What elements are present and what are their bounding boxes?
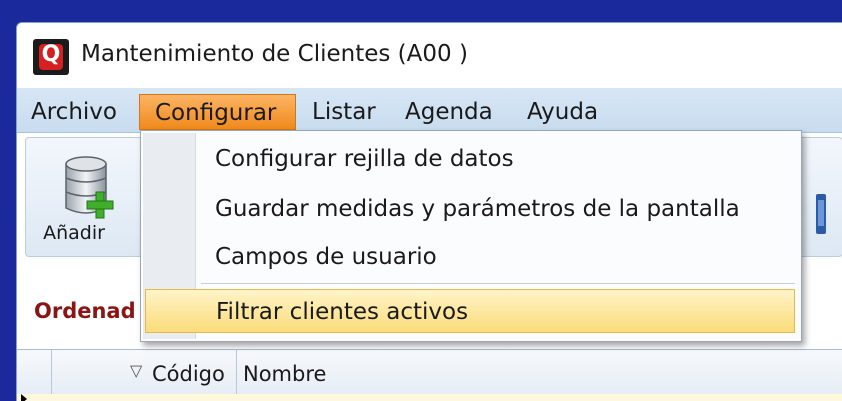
column-label-codigo: Código	[152, 362, 225, 386]
configurar-dropdown-menu: Configurar rejilla de datos Guardar medi…	[140, 130, 802, 342]
menu-item-campos-usuario[interactable]: Campos de usuario	[145, 235, 795, 279]
menu-archivo[interactable]: Archivo	[31, 94, 117, 130]
app-icon: Q	[33, 39, 69, 75]
app-icon-letter: Q	[41, 42, 61, 67]
order-label: Ordenad	[34, 299, 136, 323]
sort-descending-icon: ▽	[130, 361, 143, 380]
menu-item-configurar-rejilla[interactable]: Configurar rejilla de datos	[145, 137, 795, 181]
menu-ayuda[interactable]: Ayuda	[527, 94, 598, 130]
column-header-codigo[interactable]: ▽ Código	[52, 350, 237, 394]
toolbar-icon-partial[interactable]	[814, 190, 828, 240]
column-header-nombre[interactable]: Nombre	[237, 350, 842, 394]
menu-listar[interactable]: Listar	[312, 94, 376, 130]
row-indicator-header	[17, 350, 52, 394]
menu-item-label: Configurar rejilla de datos	[215, 146, 514, 172]
menu-item-label: Guardar medidas y parámetros de la panta…	[215, 196, 740, 222]
menu-separator	[201, 283, 795, 285]
database-add-icon	[65, 156, 114, 219]
grid-header: ▽ Código Nombre	[17, 350, 842, 395]
title-bar[interactable]: Q Mantenimiento de Clientes (A00 )	[17, 23, 842, 88]
menu-item-filtrar-clientes-activos[interactable]: Filtrar clientes activos	[145, 289, 795, 333]
menu-item-label: Filtrar clientes activos	[216, 299, 469, 325]
data-grid: ▽ Código Nombre	[17, 349, 842, 401]
menu-item-guardar-medidas[interactable]: Guardar medidas y parámetros de la panta…	[145, 187, 795, 231]
add-button[interactable]: Añadir	[32, 144, 136, 248]
window-title: Mantenimiento de Clientes (A00 )	[81, 41, 468, 67]
add-button-label: Añadir	[43, 222, 105, 244]
menu-configurar[interactable]: Configurar	[139, 94, 296, 130]
menu-item-label: Campos de usuario	[215, 244, 437, 270]
menu-agenda[interactable]: Agenda	[405, 94, 493, 130]
menu-bar: Archivo Configurar Listar Agenda Ayuda	[17, 88, 842, 133]
